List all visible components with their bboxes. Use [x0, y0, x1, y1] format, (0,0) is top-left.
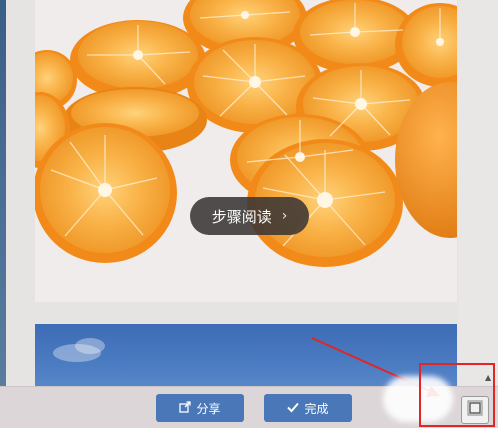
scroll-up-arrow-icon[interactable]: ▲	[485, 373, 495, 383]
fullscreen-button[interactable]	[461, 396, 489, 424]
fullscreen-icon	[467, 400, 483, 420]
